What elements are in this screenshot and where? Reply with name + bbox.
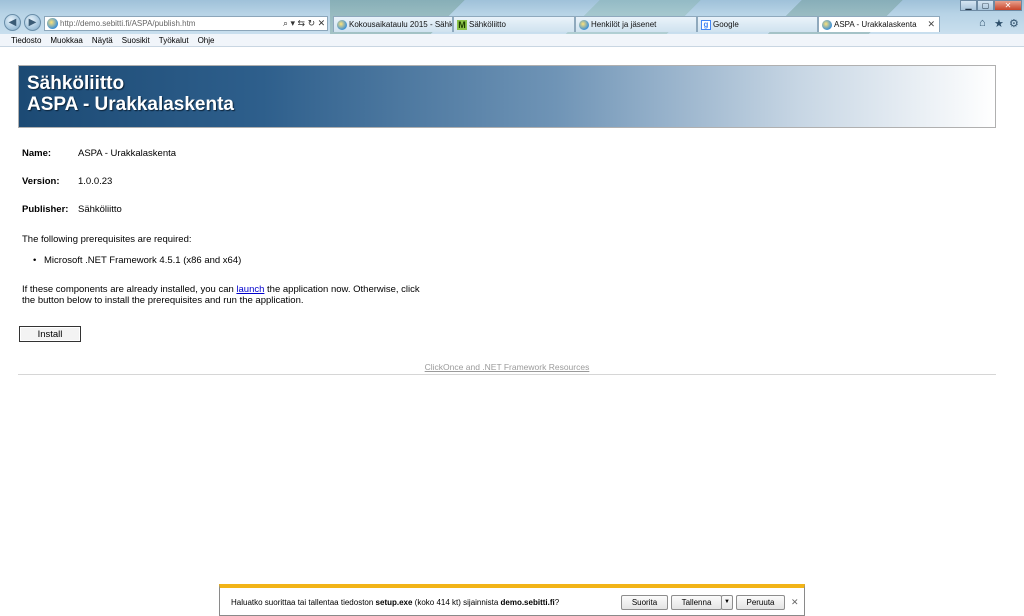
ie-icon — [47, 18, 58, 29]
cancel-button[interactable]: Peruuta — [736, 595, 785, 610]
tab-google[interactable]: g Google — [697, 16, 818, 32]
tab-kokousaikataulu[interactable]: Kokousaikataulu 2015 - Sähköli... — [333, 16, 453, 32]
minimize-button[interactable]: ▁ — [960, 0, 977, 11]
instruction-text: the application now. Otherwise, click — [264, 284, 420, 295]
google-icon: g — [701, 19, 711, 30]
address-controls-icon[interactable]: ⌕ ▾ ⇆ ↻ ✕ — [283, 18, 325, 29]
tab-label: Sähköliitto — [469, 20, 506, 29]
field-value: ASPA - Urakkalaskenta — [78, 148, 177, 159]
install-button[interactable]: Install — [19, 326, 81, 342]
prereq-intro: The following prerequisites are required… — [22, 234, 192, 245]
menu-bar: Tiedosto Muokkaa Näytä Suosikit Työkalut… — [0, 34, 1024, 47]
menu-favorites[interactable]: Suosikit — [122, 36, 150, 45]
field-label: Publisher: — [22, 204, 69, 215]
resources-link[interactable]: ClickOnce and .NET Framework Resources — [0, 362, 1014, 372]
tab-aspa-active[interactable]: ASPA - Urakkalaskenta ✕ — [818, 16, 940, 32]
browser-titlebar: ◀ ▶ ⌕ ▾ ⇆ ↻ ✕ Kokousaikataulu 2015 - Säh… — [0, 0, 1024, 34]
gear-icon[interactable]: ⚙ — [1009, 17, 1019, 30]
run-button[interactable]: Suorita — [621, 595, 668, 610]
download-notification-bar: Haluatko suorittaa tai tallentaa tiedost… — [219, 584, 805, 616]
download-message: Haluatko suorittaa tai tallentaa tiedost… — [231, 598, 560, 607]
ie-icon — [337, 19, 347, 30]
ie-icon — [579, 19, 589, 30]
url-input[interactable] — [60, 19, 280, 28]
back-arrow-icon: ◀ — [8, 17, 17, 28]
tab-sahkoliitto[interactable]: M Sähköliitto — [453, 16, 575, 32]
banner-app-title: ASPA - Urakkalaskenta — [27, 94, 234, 115]
instruction-text: the button below to install the prerequi… — [22, 295, 304, 306]
favorites-star-icon[interactable]: ★ — [994, 17, 1004, 30]
tab-label: Google — [713, 20, 739, 29]
menu-tools[interactable]: Työkalut — [159, 36, 189, 45]
download-host: demo.sebitti.fi — [500, 598, 555, 607]
tab-close-icon[interactable]: ✕ — [927, 17, 935, 32]
maximize-button[interactable]: ▢ — [977, 0, 994, 11]
install-instructions: If these components are already installe… — [22, 284, 420, 306]
forward-button[interactable]: ▶ — [24, 14, 41, 31]
menu-view[interactable]: Näytä — [92, 36, 113, 45]
banner-company: Sähköliitto — [27, 73, 125, 94]
field-value: Sähköliitto — [78, 204, 122, 215]
download-filename: setup.exe — [375, 598, 413, 607]
divider — [18, 374, 996, 375]
close-icon[interactable]: ✕ — [791, 597, 799, 608]
tab-label: Kokousaikataulu 2015 - Sähköli... — [349, 20, 453, 29]
tab-label: ASPA - Urakkalaskenta — [834, 20, 917, 29]
save-button[interactable]: Tallenna — [671, 595, 722, 610]
back-button[interactable]: ◀ — [4, 14, 21, 31]
page-banner: Sähköliitto ASPA - Urakkalaskenta — [18, 65, 996, 128]
field-label: Version: — [22, 176, 60, 187]
menu-file[interactable]: Tiedosto — [11, 36, 41, 45]
tab-henkilot[interactable]: Henkilöt ja jäsenet — [575, 16, 697, 32]
prereq-item: Microsoft .NET Framework 4.5.1 (x86 and … — [33, 255, 241, 266]
instruction-text: If these components are already installe… — [22, 284, 237, 295]
menu-help[interactable]: Ohje — [198, 36, 215, 45]
launch-link[interactable]: launch — [236, 284, 264, 295]
home-icon[interactable]: ⌂ — [979, 17, 986, 29]
forward-arrow-icon: ▶ — [28, 17, 37, 28]
close-window-button[interactable]: ✕ — [994, 0, 1022, 11]
menu-edit[interactable]: Muokkaa — [50, 36, 82, 45]
field-label: Name: — [22, 148, 52, 159]
ie-icon — [822, 19, 832, 30]
m-icon: M — [457, 19, 467, 30]
field-value: 1.0.0.23 — [78, 176, 113, 187]
save-dropdown-chevron-icon[interactable]: ▼ — [721, 595, 733, 610]
tab-label: Henkilöt ja jäsenet — [591, 20, 657, 29]
address-bar[interactable]: ⌕ ▾ ⇆ ↻ ✕ — [44, 16, 328, 31]
